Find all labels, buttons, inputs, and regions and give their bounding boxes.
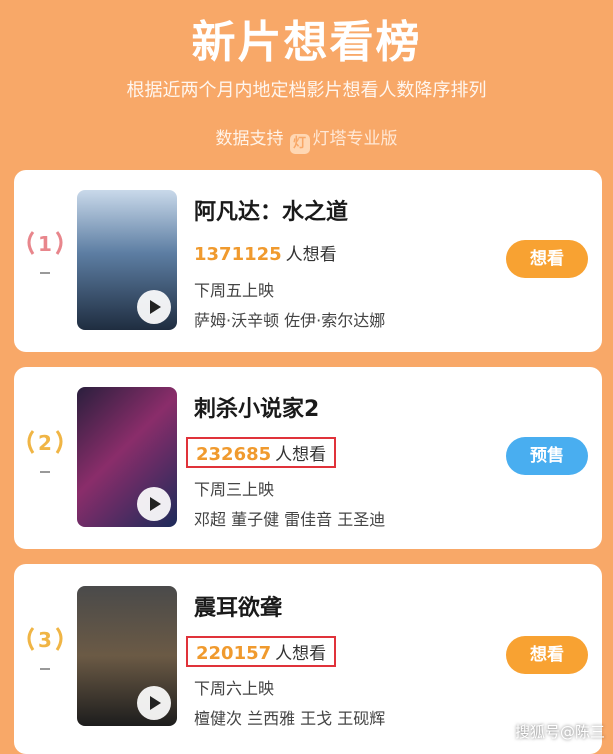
page-subtitle: 根据近两个月内地定档影片想看人数降序排列 (126, 80, 487, 101)
laurel-icon: 3 (27, 627, 63, 652)
page-title: 新片想看榜 (191, 17, 422, 68)
play-icon[interactable] (137, 686, 171, 720)
movie-title[interactable]: 阿凡达：水之道 (194, 194, 385, 226)
want-label: 人想看 (275, 445, 327, 465)
want-button[interactable]: 想看 (506, 240, 588, 278)
laurel-icon: 2 (27, 430, 63, 455)
movie-poster[interactable] (77, 586, 177, 726)
movie-card[interactable]: 3 震耳欲聋 220157 人想看 下周六上映 檀健次 兰西雅 王戈 王砚辉 想看 (14, 564, 602, 754)
rank-change-dash (40, 471, 50, 473)
movie-title[interactable]: 震耳欲聋 (194, 590, 385, 622)
play-icon[interactable] (137, 487, 171, 521)
rank-change-dash (40, 668, 50, 670)
want-number: 220157 (196, 643, 272, 664)
want-button[interactable]: 想看 (506, 636, 588, 674)
movie-poster[interactable] (77, 387, 177, 527)
laurel-icon: 1 (27, 231, 63, 256)
presale-button[interactable]: 预售 (506, 437, 588, 475)
rank-badge: 1 (18, 228, 72, 274)
want-number: 1371125 (194, 244, 282, 265)
want-count: 232685 人想看 (186, 437, 337, 468)
movie-poster[interactable] (77, 190, 177, 330)
movie-title[interactable]: 刺杀小说家2 (194, 391, 385, 423)
want-count: 220157 人想看 (186, 636, 337, 667)
rank-number: 2 (38, 431, 52, 455)
rank-change-dash (40, 272, 50, 274)
dengta-logo-icon: 灯 (289, 134, 310, 154)
rank-badge: 2 (18, 427, 72, 473)
data-source: 数据支持灯灯塔专业版 (0, 124, 613, 154)
cast-list: 邓超 董子健 雷佳音 王圣迪 (194, 510, 386, 529)
release-date: 下周三上映 (194, 480, 275, 499)
rank-number: 1 (38, 232, 52, 256)
rank-number: 3 (38, 628, 52, 652)
play-icon[interactable] (137, 290, 171, 324)
cast-list: 萨姆·沃辛顿 佐伊·索尔达娜 (194, 311, 386, 330)
want-label: 人想看 (275, 644, 327, 664)
movie-card[interactable]: 2 刺杀小说家2 232685 人想看 下周三上映 邓超 董子健 雷佳音 王圣迪 … (14, 367, 602, 549)
rank-badge: 3 (18, 624, 72, 670)
release-date: 下周五上映 (194, 281, 275, 300)
release-date: 下周六上映 (194, 679, 275, 698)
want-label: 人想看 (285, 245, 337, 265)
source-brand: 灯塔专业版 (312, 129, 398, 149)
want-count: 1371125 人想看 (194, 240, 385, 265)
source-label: 数据支持 (215, 129, 284, 149)
watermark: 搜狐号@陈三 (514, 723, 605, 741)
cast-list: 檀健次 兰西雅 王戈 王砚辉 (194, 709, 386, 728)
movie-card[interactable]: 1 阿凡达：水之道 1371125 人想看 下周五上映 萨姆·沃辛顿 佐伊·索尔达… (14, 170, 602, 352)
want-number: 232685 (196, 444, 272, 465)
